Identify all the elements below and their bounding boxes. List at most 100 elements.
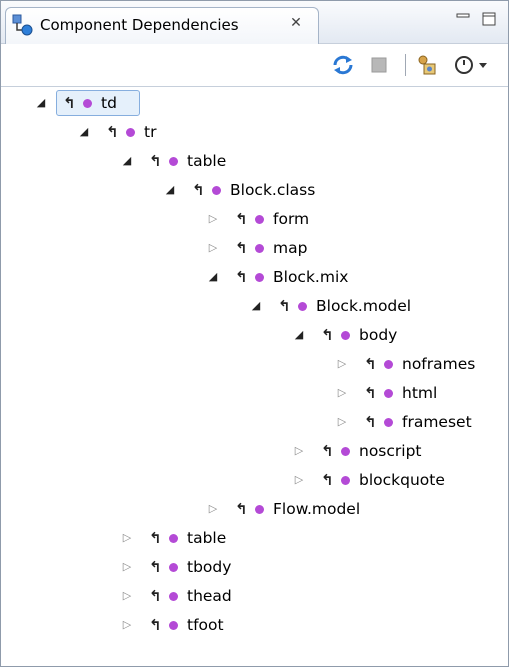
expanded-arrow-icon[interactable]: ◢ bbox=[121, 155, 133, 167]
tree-node-label: Block.mix bbox=[273, 268, 349, 286]
collapsed-arrow-icon[interactable]: ▷ bbox=[293, 445, 305, 457]
expanded-arrow-icon[interactable]: ◢ bbox=[250, 300, 262, 312]
collapsed-arrow-icon[interactable]: ▷ bbox=[121, 619, 133, 631]
component-dependencies-icon bbox=[12, 14, 33, 36]
tree-node[interactable]: ◢ ↰ Block.class bbox=[164, 178, 504, 204]
tree-node[interactable]: ▷ ↰ thead bbox=[121, 584, 504, 610]
collapsed-arrow-icon[interactable]: ▷ bbox=[336, 387, 348, 399]
maximize-icon[interactable] bbox=[481, 11, 497, 27]
collapsed-arrow-icon[interactable]: ▷ bbox=[121, 532, 133, 544]
dependency-arrow-icon: ↰ bbox=[235, 210, 248, 228]
dependency-arrow-icon: ↰ bbox=[149, 616, 162, 634]
expanded-arrow-icon[interactable]: ◢ bbox=[164, 184, 176, 196]
tree-node[interactable]: ▷ ↰ frameset bbox=[336, 410, 504, 436]
dependency-tree[interactable]: ◢ ↰ td ◢ ↰ tr ◢ ↰ table ◢ ↰ Block.class ▷ ↰ form ▷ ↰ map ◢… bbox=[1, 87, 508, 666]
tree-node-label: table bbox=[187, 152, 227, 170]
dependency-arrow-icon: ↰ bbox=[235, 239, 248, 257]
element-dot-icon bbox=[169, 621, 178, 630]
element-dot-icon bbox=[341, 331, 350, 340]
tree-node[interactable]: ◢ ↰ Block.mix bbox=[207, 265, 504, 291]
view-menu-icon[interactable] bbox=[453, 53, 491, 77]
element-dot-icon bbox=[255, 244, 264, 253]
tree-node-label: Block.model bbox=[316, 297, 412, 315]
tree-node[interactable]: ◢ ↰ table bbox=[121, 149, 504, 175]
tree-node-label: tfoot bbox=[187, 616, 224, 634]
tree-node-label: noscript bbox=[359, 442, 422, 460]
dependency-arrow-icon: ↰ bbox=[192, 181, 205, 199]
tree-node[interactable]: ▷ ↰ blockquote bbox=[293, 468, 504, 494]
view-toolbar bbox=[1, 44, 508, 87]
tree-node-label: map bbox=[273, 239, 308, 257]
element-dot-icon bbox=[255, 273, 264, 282]
stop-icon[interactable] bbox=[367, 53, 391, 77]
tree-node[interactable]: ◢ ↰ body bbox=[293, 323, 504, 349]
component-dependencies-view: Component Dependencies ✕ ◢ ↰ td ◢ ↰ tr ◢… bbox=[0, 0, 509, 667]
tree-node[interactable]: ▷ ↰ table bbox=[121, 526, 504, 552]
tree-node[interactable]: ▷ ↰ map bbox=[207, 236, 504, 262]
tree-node-label: html bbox=[402, 384, 438, 402]
filter-icon[interactable] bbox=[415, 53, 439, 77]
dependency-arrow-icon: ↰ bbox=[149, 558, 162, 576]
dependency-arrow-icon: ↰ bbox=[321, 471, 334, 489]
element-dot-icon bbox=[83, 99, 92, 108]
tree-node-label: noframes bbox=[402, 355, 476, 373]
element-dot-icon bbox=[341, 447, 350, 456]
dependency-arrow-icon: ↰ bbox=[235, 500, 248, 518]
collapsed-arrow-icon[interactable]: ▷ bbox=[336, 416, 348, 428]
dependency-arrow-icon: ↰ bbox=[149, 152, 162, 170]
tree-node-label: body bbox=[359, 326, 398, 344]
view-titlebar: Component Dependencies ✕ bbox=[1, 1, 508, 44]
collapsed-arrow-icon[interactable]: ▷ bbox=[207, 242, 219, 254]
element-dot-icon bbox=[126, 128, 135, 137]
dependency-arrow-icon: ↰ bbox=[235, 268, 248, 286]
tree-node-label: Block.class bbox=[230, 181, 316, 199]
element-dot-icon bbox=[169, 563, 178, 572]
collapsed-arrow-icon[interactable]: ▷ bbox=[121, 561, 133, 573]
refresh-icon[interactable] bbox=[331, 53, 355, 77]
tree-node[interactable]: ▷ ↰ noscript bbox=[293, 439, 504, 465]
expanded-arrow-icon[interactable]: ◢ bbox=[207, 271, 219, 283]
close-icon[interactable]: ✕ bbox=[288, 15, 304, 31]
element-dot-icon bbox=[169, 534, 178, 543]
dependency-arrow-icon: ↰ bbox=[364, 413, 377, 431]
element-dot-icon bbox=[255, 505, 264, 514]
tree-node-label: td bbox=[101, 94, 117, 112]
element-dot-icon bbox=[384, 418, 393, 427]
collapsed-arrow-icon[interactable]: ▷ bbox=[293, 474, 305, 486]
tree-node[interactable]: ◢ ↰ tr bbox=[78, 120, 504, 146]
dependency-arrow-icon: ↰ bbox=[364, 355, 377, 373]
collapsed-arrow-icon[interactable]: ▷ bbox=[207, 503, 219, 515]
tree-node[interactable]: ◢ ↰ Block.model bbox=[250, 294, 504, 320]
tree-node[interactable]: ▷ ↰ form bbox=[207, 207, 504, 233]
minimize-icon[interactable] bbox=[455, 11, 471, 27]
collapsed-arrow-icon[interactable]: ▷ bbox=[336, 358, 348, 370]
dependency-arrow-icon: ↰ bbox=[321, 326, 334, 344]
element-dot-icon bbox=[298, 302, 307, 311]
tree-node[interactable]: ▷ ↰ tfoot bbox=[121, 613, 504, 639]
dependency-arrow-icon: ↰ bbox=[63, 94, 76, 112]
element-dot-icon bbox=[384, 389, 393, 398]
tree-node-label: form bbox=[273, 210, 310, 228]
element-dot-icon bbox=[341, 476, 350, 485]
element-dot-icon bbox=[255, 215, 264, 224]
expanded-arrow-icon[interactable]: ◢ bbox=[293, 329, 305, 341]
tree-node-label: tr bbox=[144, 123, 157, 141]
tree-node-label: Flow.model bbox=[273, 500, 361, 518]
tree-node-label: frameset bbox=[402, 413, 472, 431]
dependency-arrow-icon: ↰ bbox=[149, 587, 162, 605]
tree-node-label: blockquote bbox=[359, 471, 445, 489]
tree-node[interactable]: ▷ ↰ noframes bbox=[336, 352, 504, 378]
view-title: Component Dependencies bbox=[40, 16, 239, 34]
tree-node[interactable]: ◢ ↰ td bbox=[35, 90, 504, 117]
dependency-arrow-icon: ↰ bbox=[149, 529, 162, 547]
tree-node[interactable]: ▷ ↰ html bbox=[336, 381, 504, 407]
tree-node[interactable]: ▷ ↰ tbody bbox=[121, 555, 504, 581]
expanded-arrow-icon[interactable]: ◢ bbox=[78, 126, 90, 138]
element-dot-icon bbox=[169, 157, 178, 166]
tab-component-dependencies[interactable]: Component Dependencies ✕ bbox=[5, 7, 319, 44]
element-dot-icon bbox=[384, 360, 393, 369]
collapsed-arrow-icon[interactable]: ▷ bbox=[121, 590, 133, 602]
collapsed-arrow-icon[interactable]: ▷ bbox=[207, 213, 219, 225]
expanded-arrow-icon[interactable]: ◢ bbox=[35, 97, 47, 109]
tree-node[interactable]: ▷ ↰ Flow.model bbox=[207, 497, 504, 523]
